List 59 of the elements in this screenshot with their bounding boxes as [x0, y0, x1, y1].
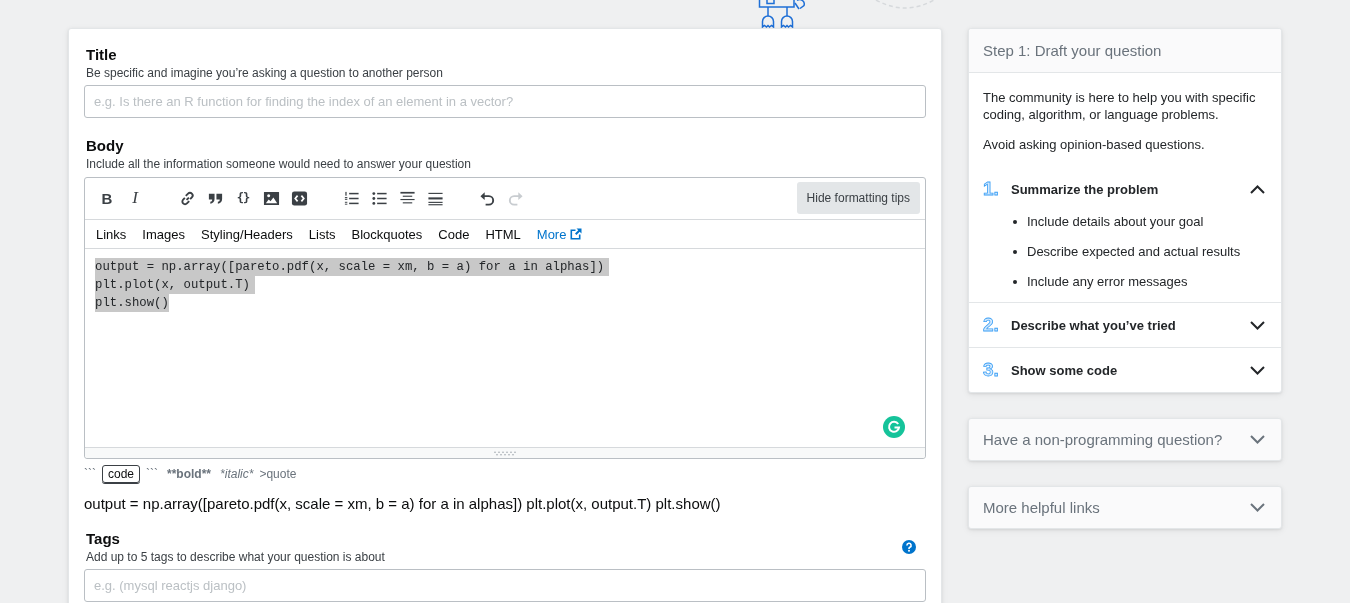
italic-syntax-text: *italic*: [220, 467, 254, 481]
step-number: 1.: [983, 179, 999, 199]
bulleted-list-icon[interactable]: [370, 189, 388, 207]
help-link[interactable]: Images: [134, 226, 193, 242]
external-link-icon: [570, 228, 583, 240]
chevron-down-icon[interactable]: [1250, 320, 1265, 330]
markdown-syntax-text: ```: [84, 467, 96, 481]
help-link[interactable]: Blockquotes: [343, 226, 431, 242]
help-icon[interactable]: [902, 540, 916, 554]
code-snippet-icon[interactable]: [290, 189, 308, 207]
step-tip-text: Include any error messages: [1027, 273, 1188, 290]
bold-button[interactable]: B: [93, 182, 121, 214]
body-input-field[interactable]: output = np.array([pareto.pdf(x, scale = xm, b = a) for a in alphas]) plt.plot(x, output.T) plt.show(): [85, 249, 925, 447]
intro-paragraph: Avoid asking opinion-based questions.: [983, 136, 1205, 153]
step-number: 2.: [983, 315, 999, 335]
field-description: Be specific and imagine you’re asking a question to another person: [86, 65, 443, 81]
image-icon[interactable]: [262, 189, 280, 207]
chevron-down-icon[interactable]: [1250, 365, 1265, 375]
bullet-dot-icon: [1013, 279, 1017, 284]
intro-paragraph: The community is here to help you with specific coding, algorithm, or language problems.: [983, 89, 1257, 123]
hide-formatting-tips-button[interactable]: Hide formatting tips: [796, 182, 920, 214]
step-tip-text: Include details about your goal: [1027, 213, 1204, 230]
dashed-arc-drawing: [875, 0, 935, 9]
step-title[interactable]: Show some code: [1011, 362, 1118, 378]
robot-drawing: [758, 0, 806, 28]
help-link[interactable]: HTML: [477, 226, 529, 242]
collapsible-card[interactable]: More helpful links: [968, 486, 1282, 529]
code-key: code: [102, 465, 141, 483]
italic-button[interactable]: I: [121, 182, 149, 214]
code-button[interactable]: {}: [229, 182, 257, 214]
link-icon[interactable]: [178, 189, 196, 207]
chevron-up-icon[interactable]: [1250, 184, 1265, 194]
preview-text: output = np.array([pareto.pdf(x, scale = xm, b = a) for a in alphas]) plt.plot(x, output.T) plt.show(): [84, 494, 721, 514]
bullet-dot-icon: [1013, 219, 1017, 224]
step-number: 3.: [983, 360, 999, 380]
card-title: Have a non-programming question?: [983, 431, 1223, 448]
collapsible-card[interactable]: Have a non-programming question?: [968, 418, 1282, 461]
help-link[interactable]: Code: [430, 226, 478, 242]
markdown-syntax-text: >quote: [259, 467, 297, 481]
help-link[interactable]: Links: [88, 226, 135, 242]
numbered-list-icon[interactable]: [342, 189, 360, 207]
bullet-dot-icon: [1013, 249, 1017, 254]
undo-icon[interactable]: [478, 189, 496, 207]
field-description: Add up to 5 tags to describe what your question is about: [86, 549, 385, 565]
markdown-syntax-text: ```: [146, 467, 159, 481]
card-title: More helpful links: [983, 499, 1100, 516]
step-title[interactable]: Describe what you’ve tried: [1011, 317, 1176, 333]
field-label: Tags: [86, 529, 120, 549]
field-label: Body: [86, 136, 124, 156]
resize-handle[interactable]: [85, 447, 925, 458]
bold-syntax-text: **bold**: [167, 467, 212, 481]
help-link[interactable]: Lists: [300, 226, 344, 242]
field-description: Include all the information someone would need to answer your question: [86, 156, 471, 172]
step-title[interactable]: Summarize the problem: [1011, 181, 1159, 197]
external-help-link[interactable]: More: [528, 226, 591, 242]
card-header: Step 1: Draft your question: [969, 29, 1281, 73]
help-link[interactable]: Styling/Headers: [193, 226, 301, 242]
step-tip-text: Describe expected and actual results: [1027, 243, 1241, 260]
field-label: Title: [86, 45, 117, 65]
